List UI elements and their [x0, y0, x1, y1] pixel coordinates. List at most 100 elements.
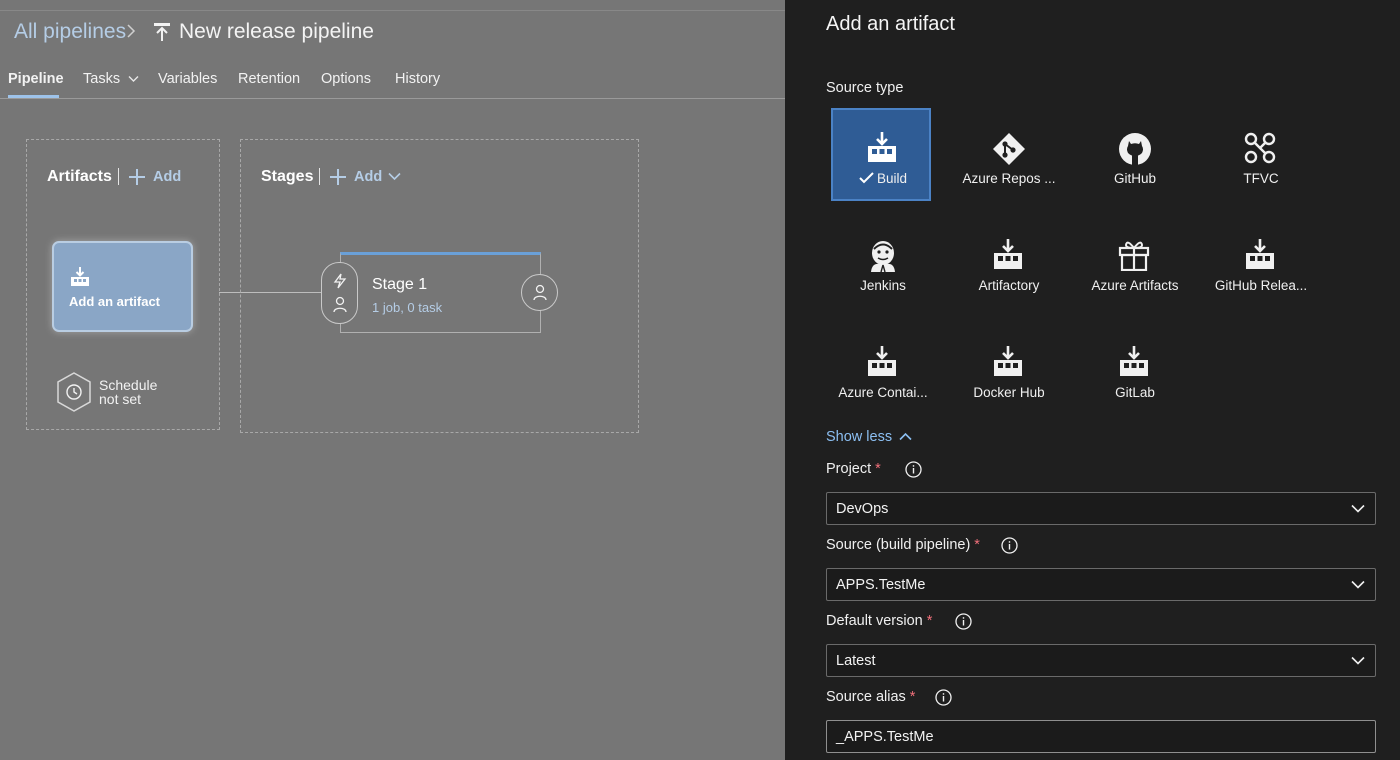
source-type-github-release[interactable]: GitHub Relea...	[1209, 215, 1309, 308]
stage-name: Stage 1	[372, 276, 428, 293]
tabs-divider	[0, 98, 785, 99]
clock-icon	[57, 372, 91, 412]
artifacts-title: Artifacts	[47, 168, 112, 185]
chevron-down-icon	[1351, 580, 1365, 589]
breadcrumb-all-pipelines[interactable]: All pipelines	[14, 20, 126, 44]
show-less-toggle[interactable]: Show less	[826, 429, 912, 445]
plus-icon	[330, 169, 346, 185]
tab-tasks-label: Tasks	[83, 71, 121, 87]
source-type-label: Jenkins	[860, 278, 906, 293]
source-value: APPS.TestMe	[836, 577, 926, 593]
project-value: DevOps	[836, 501, 889, 517]
source-type-gitlab[interactable]: GitLab	[1083, 322, 1183, 415]
add-artifact-panel: Add an artifact Source type Build Azure …	[785, 0, 1400, 760]
jenkins-icon	[871, 241, 895, 273]
stages-title: Stages	[261, 168, 314, 185]
header-divider	[0, 10, 785, 11]
source-type-label: Azure Artifacts	[1091, 278, 1179, 293]
divider	[319, 168, 320, 185]
source-type-label: Artifactory	[978, 278, 1040, 293]
tfvc-icon	[1244, 132, 1276, 164]
schedule-line1: Schedule	[99, 377, 158, 393]
source-alias-value: _APPS.TestMe	[836, 729, 934, 745]
source-alias-label: Source alias *	[826, 689, 916, 705]
plus-icon	[129, 169, 145, 185]
azure-container-icon	[868, 346, 896, 376]
source-type-label: GitLab	[1115, 385, 1155, 400]
tab-options[interactable]: Options	[321, 71, 371, 87]
source-type-artifactory[interactable]: Artifactory	[957, 215, 1057, 308]
azure-repos-icon	[993, 133, 1025, 165]
checkmark-icon	[859, 172, 874, 184]
info-icon[interactable]	[955, 613, 972, 630]
source-type-azure-repos[interactable]: Azure Repos ...	[957, 108, 1057, 201]
required-mark: *	[926, 613, 933, 629]
source-type-label: GitHub Relea...	[1214, 278, 1308, 293]
source-type-azure-container[interactable]: Azure Contai...	[831, 322, 931, 415]
build-icon	[868, 132, 896, 162]
required-mark: *	[875, 461, 881, 477]
source-type-label: GitHub	[1113, 171, 1157, 186]
tab-retention[interactable]: Retention	[238, 71, 300, 87]
chevron-up-icon	[899, 432, 912, 441]
source-type-build[interactable]: Build	[831, 108, 931, 201]
panel-title: Add an artifact	[826, 13, 955, 35]
release-pipeline-icon	[153, 22, 171, 48]
source-type-github[interactable]: GitHub	[1083, 108, 1183, 201]
source-type-docker-hub[interactable]: Docker Hub	[957, 322, 1057, 415]
pre-deployment-conditions[interactable]	[321, 262, 358, 324]
tab-variables[interactable]: Variables	[158, 71, 217, 87]
github-release-icon	[1246, 239, 1274, 269]
add-artifact-card[interactable]: Add an artifact	[52, 241, 193, 332]
post-deployment-conditions[interactable]	[521, 274, 558, 311]
info-icon[interactable]	[905, 461, 922, 478]
source-type-label: Azure Repos ...	[962, 171, 1056, 186]
show-less-label: Show less	[826, 429, 893, 445]
page-title: New release pipeline	[179, 20, 374, 43]
project-select[interactable]: DevOps	[826, 492, 1376, 525]
default-version-label: Default version *	[826, 613, 933, 629]
default-version-value: Latest	[836, 653, 876, 669]
source-select[interactable]: APPS.TestMe	[826, 568, 1376, 601]
tab-tasks[interactable]: Tasks	[83, 71, 139, 87]
info-icon[interactable]	[1001, 537, 1018, 554]
source-label: Source (build pipeline) *	[826, 537, 980, 553]
artifacts-add-label: Add	[153, 169, 182, 185]
docker-hub-icon	[994, 346, 1022, 376]
source-type-label: TFVC	[1243, 171, 1279, 186]
gitlab-icon	[1120, 346, 1148, 376]
pipeline-editor: All pipelines New release pipeline Pipel…	[0, 0, 785, 760]
chevron-down-icon	[1351, 656, 1365, 665]
github-icon	[1119, 133, 1151, 165]
stage-job-summary[interactable]: 1 job, 0 task	[372, 300, 442, 315]
tab-pipeline[interactable]: Pipeline	[8, 71, 64, 87]
lightning-icon	[333, 273, 347, 289]
project-label: Project *	[826, 461, 881, 477]
person-icon	[533, 284, 547, 301]
source-type-label: Docker Hub	[973, 385, 1045, 400]
breadcrumb-separator	[126, 22, 136, 45]
build-artifact-icon	[70, 267, 90, 292]
azure-artifacts-icon	[1118, 241, 1150, 271]
info-icon[interactable]	[935, 689, 952, 706]
source-type-label: Azure Contai...	[838, 385, 928, 400]
schedule-status: Schedule not set	[99, 378, 157, 406]
artifactory-icon	[994, 239, 1022, 269]
add-artifact-label: Add an artifact	[69, 294, 161, 309]
tab-history[interactable]: History	[395, 71, 440, 87]
person-icon	[333, 296, 347, 313]
schedule-line2: not set	[99, 391, 142, 407]
chevron-down-icon	[128, 76, 139, 82]
source-type-tfvc[interactable]: TFVC	[1209, 108, 1309, 201]
source-type-azure-artifacts[interactable]: Azure Artifacts	[1083, 215, 1183, 308]
stages-add-label: Add	[354, 169, 383, 185]
source-alias-input[interactable]: _APPS.TestMe	[826, 720, 1376, 753]
required-mark: *	[909, 689, 916, 705]
source-type-label: Source type	[826, 80, 904, 96]
default-version-select[interactable]: Latest	[826, 644, 1376, 677]
chevron-down-icon	[388, 172, 401, 181]
divider	[118, 168, 119, 185]
stage-card[interactable]: Stage 1 1 job, 0 task	[340, 252, 541, 333]
required-mark: *	[974, 537, 980, 553]
source-type-jenkins[interactable]: Jenkins	[831, 215, 931, 308]
